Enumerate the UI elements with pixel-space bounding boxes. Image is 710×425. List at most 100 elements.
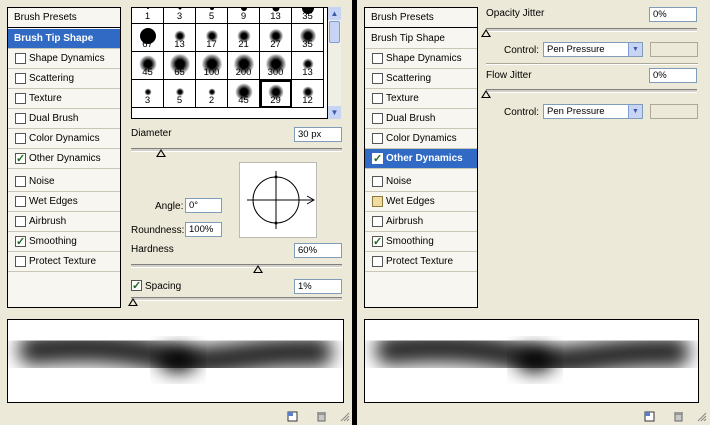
brush-tip-cell[interactable]: 300 [260,52,292,80]
hardness-slider-knob[interactable] [252,265,263,273]
sidebar-item-protect-texture[interactable]: Protect Texture [365,252,477,272]
flow-jitter-slider-knob[interactable] [481,90,491,98]
color-dynamics-checkbox[interactable] [372,133,383,144]
color-dynamics-checkbox[interactable] [15,133,26,144]
brush-tip-grid[interactable]: 1 3 5 9 13 35 67 13 17 21 27 35 45 65 100 200 300 13 3 5 2 45… [131,7,341,119]
flow-jitter-slider-track[interactable] [486,89,697,93]
brush-tip-cell[interactable]: 35 [292,8,324,24]
sidebar-item-color-dynamics[interactable]: Color Dynamics [8,129,120,149]
brush-tip-cell[interactable]: 45 [132,52,164,80]
brush-tip-cell[interactable]: 21 [228,24,260,52]
sidebar-item-airbrush[interactable]: Airbrush [8,212,120,232]
new-brush-icon[interactable] [644,411,655,422]
flow-control-select[interactable]: Pen Pressure ▼ [543,104,643,119]
flow-jitter-field[interactable]: 0% [649,68,697,83]
scroll-down-arrow-icon[interactable]: ▼ [328,106,341,119]
brush-tip-cell[interactable]: 17 [196,24,228,52]
resize-grip-icon[interactable] [339,411,350,422]
texture-checkbox[interactable] [372,93,383,104]
trash-icon[interactable] [673,411,684,422]
wet-edges-checkbox[interactable] [372,196,383,207]
airbrush-checkbox[interactable] [372,216,383,227]
new-brush-icon[interactable] [287,411,298,422]
sidebar-item-smoothing[interactable]: Smoothing [365,232,477,252]
sidebar-item-dual-brush[interactable]: Dual Brush [8,109,120,129]
scroll-thumb[interactable] [329,21,340,43]
brush-grid-scrollbar[interactable]: ▲ ▼ [327,7,341,119]
shape-dynamics-checkbox[interactable] [15,53,26,64]
noise-checkbox[interactable] [372,176,383,187]
roundness-field[interactable]: 100% [185,222,222,237]
protect-texture-checkbox[interactable] [372,256,383,267]
brush-tip-cell[interactable]: 35 [292,24,324,52]
brush-tip-cell[interactable]: 12 [292,80,324,108]
brush-presets-header[interactable]: Brush Presets [365,8,477,28]
sidebar-item-smoothing[interactable]: Smoothing [8,232,120,252]
brush-tip-cell[interactable]: 45 [228,80,260,108]
other-dynamics-checkbox[interactable] [15,152,26,165]
sidebar-item-texture[interactable]: Texture [365,89,477,109]
brush-tip-cell[interactable]: 9 [228,8,260,24]
texture-checkbox[interactable] [15,93,26,104]
brush-tip-cell[interactable]: 27 [260,24,292,52]
brush-angle-roundness-preview[interactable] [239,162,317,238]
hardness-field[interactable]: 60% [294,243,342,258]
diameter-field[interactable]: 30 px [294,127,342,142]
sidebar-item-texture[interactable]: Texture [8,89,120,109]
sidebar-item-noise[interactable]: Noise [8,172,120,192]
opacity-jitter-slider-knob[interactable] [481,29,491,37]
spacing-slider-knob[interactable] [128,298,139,306]
sidebar-item-brush-tip-shape[interactable]: Brush Tip Shape [8,29,120,49]
diameter-slider-knob[interactable] [155,149,166,157]
brush-tip-cell[interactable]: 13 [164,24,196,52]
brush-tip-cell[interactable]: 67 [132,24,164,52]
sidebar-item-other-dynamics[interactable]: Other Dynamics [365,149,477,169]
brush-tip-cell[interactable]: 200 [228,52,260,80]
brush-tip-cell[interactable]: 1 [132,8,164,24]
brush-tip-cell[interactable]: 65 [164,52,196,80]
brush-tip-cell[interactable]: 2 [196,80,228,108]
brush-presets-header[interactable]: Brush Presets [8,8,120,28]
sidebar-item-scattering[interactable]: Scattering [8,69,120,89]
sidebar-item-wet-edges[interactable]: Wet Edges [8,192,120,212]
sidebar-item-shape-dynamics[interactable]: Shape Dynamics [365,49,477,69]
sidebar-item-brush-tip-shape[interactable]: Brush Tip Shape [365,29,477,49]
opacity-jitter-slider-track[interactable] [486,28,697,32]
brush-tip-cell[interactable]: 3 [132,80,164,108]
angle-field[interactable]: 0° [185,198,222,213]
sidebar-item-wet-edges[interactable]: Wet Edges [365,192,477,212]
chevron-down-icon[interactable]: ▼ [628,105,642,118]
wet-edges-checkbox[interactable] [15,196,26,207]
trash-icon[interactable] [316,411,327,422]
chevron-down-icon[interactable]: ▼ [628,43,642,56]
smoothing-checkbox[interactable] [372,235,383,248]
airbrush-checkbox[interactable] [15,216,26,227]
scattering-checkbox[interactable] [15,73,26,84]
brush-shape-crosshair-icon[interactable] [239,162,317,238]
brush-tip-cell[interactable]: 5 [196,8,228,24]
hardness-slider-track[interactable] [131,264,342,268]
opacity-jitter-field[interactable]: 0% [649,7,697,22]
shape-dynamics-checkbox[interactable] [372,53,383,64]
spacing-field[interactable]: 1% [294,279,342,294]
scattering-checkbox[interactable] [372,73,383,84]
opacity-control-select[interactable]: Pen Pressure ▼ [543,42,643,57]
dual-brush-checkbox[interactable] [15,113,26,124]
brush-tip-cell[interactable]: 100 [196,52,228,80]
spacing-checkbox[interactable] [131,279,142,292]
sidebar-item-noise[interactable]: Noise [365,172,477,192]
other-dynamics-checkbox[interactable] [372,152,383,165]
scroll-up-arrow-icon[interactable]: ▲ [328,7,341,20]
spacing-slider-track[interactable] [131,297,342,301]
sidebar-item-airbrush[interactable]: Airbrush [365,212,477,232]
sidebar-item-color-dynamics[interactable]: Color Dynamics [365,129,477,149]
sidebar-item-dual-brush[interactable]: Dual Brush [365,109,477,129]
dual-brush-checkbox[interactable] [372,113,383,124]
brush-tip-cell[interactable]: 13 [292,52,324,80]
brush-tip-cell[interactable]: 5 [164,80,196,108]
resize-grip-icon[interactable] [696,411,707,422]
brush-tip-cell[interactable]: 29 [260,80,292,108]
sidebar-item-other-dynamics[interactable]: Other Dynamics [8,149,120,169]
brush-tip-cell[interactable]: 3 [164,8,196,24]
brush-tip-cell[interactable]: 13 [260,8,292,24]
